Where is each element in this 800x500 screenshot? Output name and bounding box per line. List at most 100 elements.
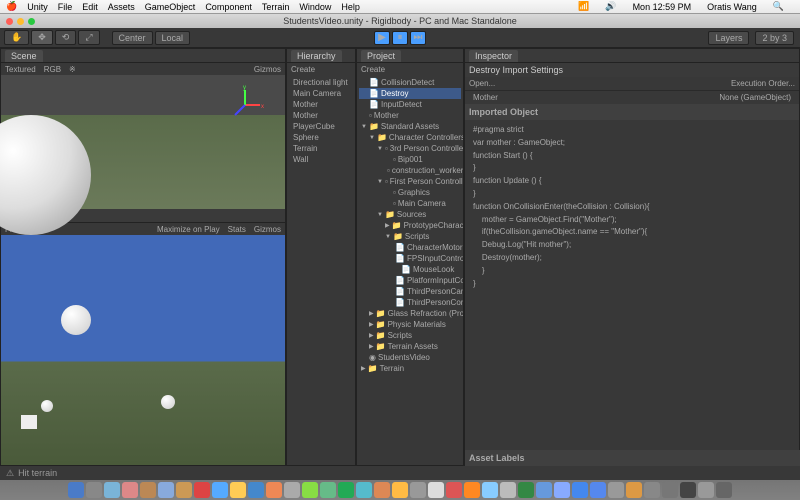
project-item[interactable]: ▶📁Glass Refraction (Pro Only) [359, 308, 461, 319]
dock-app[interactable] [428, 482, 444, 498]
project-item[interactable]: 📄FPSInputController [359, 253, 461, 264]
project-item[interactable]: 📄PlatformInputController [359, 275, 461, 286]
volume-icon[interactable]: 🔊 [605, 1, 616, 12]
rotate-tool[interactable]: ⟲ [55, 30, 77, 45]
dock-app[interactable] [608, 482, 624, 498]
maximize-button[interactable] [28, 18, 35, 25]
project-create[interactable]: Create [361, 65, 385, 74]
dock-app[interactable] [554, 482, 570, 498]
play-button[interactable]: ▶ [374, 31, 390, 45]
dock-app[interactable] [320, 482, 336, 498]
pivot-local[interactable]: Local [155, 31, 191, 45]
project-item[interactable]: 📄CharacterMotor [359, 242, 461, 253]
hierarchy-item[interactable]: Terrain [289, 143, 353, 154]
step-button[interactable]: ⏭ [410, 31, 426, 45]
dock-app[interactable] [176, 482, 192, 498]
menu-gameobject[interactable]: GameObject [145, 2, 196, 12]
dock-app[interactable] [518, 482, 534, 498]
hierarchy-item[interactable]: PlayerCube [289, 121, 353, 132]
layout-dropdown[interactable]: 2 by 3 [755, 31, 794, 45]
project-item[interactable]: 📄MouseLook [359, 264, 461, 275]
dock-app[interactable] [140, 482, 156, 498]
user-name[interactable]: Oratis Wang [707, 2, 757, 12]
project-item[interactable]: ▫Main Camera [359, 198, 461, 209]
dock-app[interactable] [302, 482, 318, 498]
dock-app[interactable] [194, 482, 210, 498]
dock-app[interactable] [122, 482, 138, 498]
dock-app[interactable] [392, 482, 408, 498]
hierarchy-item[interactable]: Sphere [289, 132, 353, 143]
dock-app[interactable] [410, 482, 426, 498]
dock-app[interactable] [626, 482, 642, 498]
hierarchy-tab[interactable]: Hierarchy [291, 50, 342, 62]
hierarchy-item[interactable]: Main Camera [289, 88, 353, 99]
dock-app[interactable] [698, 482, 714, 498]
menu-window[interactable]: Window [299, 2, 331, 12]
hierarchy-item[interactable]: Mother [289, 110, 353, 121]
scene-2d-icon[interactable]: ※ [69, 65, 76, 74]
dock-app[interactable] [230, 482, 246, 498]
pause-button[interactable]: ⏸ [392, 31, 408, 45]
dock-app[interactable] [500, 482, 516, 498]
move-tool[interactable]: ✥ [31, 30, 53, 45]
project-item[interactable]: 📄CollisionDetect [359, 77, 461, 88]
wifi-icon[interactable]: 📶 [578, 1, 589, 12]
menu-edit[interactable]: Edit [82, 2, 98, 12]
menu-file[interactable]: File [58, 2, 73, 12]
hierarchy-item[interactable]: Mother [289, 99, 353, 110]
scene-rgb[interactable]: RGB [44, 65, 61, 74]
menu-component[interactable]: Component [205, 2, 252, 12]
apple-icon[interactable]: 🍎 [6, 1, 17, 12]
project-item[interactable]: ▫Bip001 [359, 154, 461, 165]
inspector-exec-order[interactable]: Execution Order... [731, 79, 795, 88]
game-stats[interactable]: Stats [228, 225, 246, 234]
project-item[interactable]: ▶📁PrototypeCharacter [359, 220, 461, 231]
dock-app[interactable] [356, 482, 372, 498]
dock-app[interactable] [590, 482, 606, 498]
inspector-open[interactable]: Open... [469, 79, 495, 88]
game-gizmos[interactable]: Gizmos [254, 225, 281, 234]
dock-app[interactable] [446, 482, 462, 498]
scene-gizmos[interactable]: Gizmos [254, 65, 281, 74]
project-tab[interactable]: Project [361, 50, 401, 62]
scene-tab[interactable]: Scene [5, 50, 43, 62]
hierarchy-item[interactable]: Directional light [289, 77, 353, 88]
project-item[interactable]: ▼📁Standard Assets [359, 121, 461, 132]
menu-terrain[interactable]: Terrain [262, 2, 290, 12]
project-item[interactable]: ▫Graphics [359, 187, 461, 198]
dock-app[interactable] [536, 482, 552, 498]
dock-app[interactable] [482, 482, 498, 498]
project-item[interactable]: ▶📁Terrain Assets [359, 341, 461, 352]
hierarchy-create[interactable]: Create [291, 65, 315, 74]
menu-help[interactable]: Help [341, 2, 360, 12]
project-item[interactable]: ▼▫3rd Person Controller [359, 143, 461, 154]
dock-app[interactable] [158, 482, 174, 498]
dock-app[interactable] [104, 482, 120, 498]
minimize-button[interactable] [17, 18, 24, 25]
scale-tool[interactable]: ⤢ [78, 30, 99, 45]
dock-app[interactable] [572, 482, 588, 498]
app-name[interactable]: Unity [27, 2, 48, 12]
project-item[interactable]: 📄ThirdPersonCamera [359, 286, 461, 297]
dock-app[interactable] [248, 482, 264, 498]
hierarchy-item[interactable]: Wall [289, 154, 353, 165]
project-item[interactable]: 📄InputDetect [359, 99, 461, 110]
project-item[interactable]: ◉StudentsVideo [359, 352, 461, 363]
project-item[interactable]: ▫construction_worker [359, 165, 461, 176]
dock-app[interactable] [284, 482, 300, 498]
project-item[interactable]: ▶📁Scripts [359, 330, 461, 341]
dock-app[interactable] [644, 482, 660, 498]
close-button[interactable] [6, 18, 13, 25]
game-viewport[interactable] [1, 235, 285, 465]
project-item[interactable]: ▶📁Physic Materials [359, 319, 461, 330]
hand-tool[interactable]: ✋ [4, 30, 29, 45]
dock-app[interactable] [680, 482, 696, 498]
project-item[interactable]: 📄Destroy [359, 88, 461, 99]
inspector-tab[interactable]: Inspector [469, 50, 518, 62]
spotlight-icon[interactable]: 🔍 [773, 1, 784, 12]
project-item[interactable]: ▶📁Terrain [359, 363, 461, 374]
layers-dropdown[interactable]: Layers [708, 31, 749, 45]
scene-textured[interactable]: Textured [5, 65, 36, 74]
game-maximize[interactable]: Maximize on Play [157, 225, 220, 234]
dock-app[interactable] [212, 482, 228, 498]
